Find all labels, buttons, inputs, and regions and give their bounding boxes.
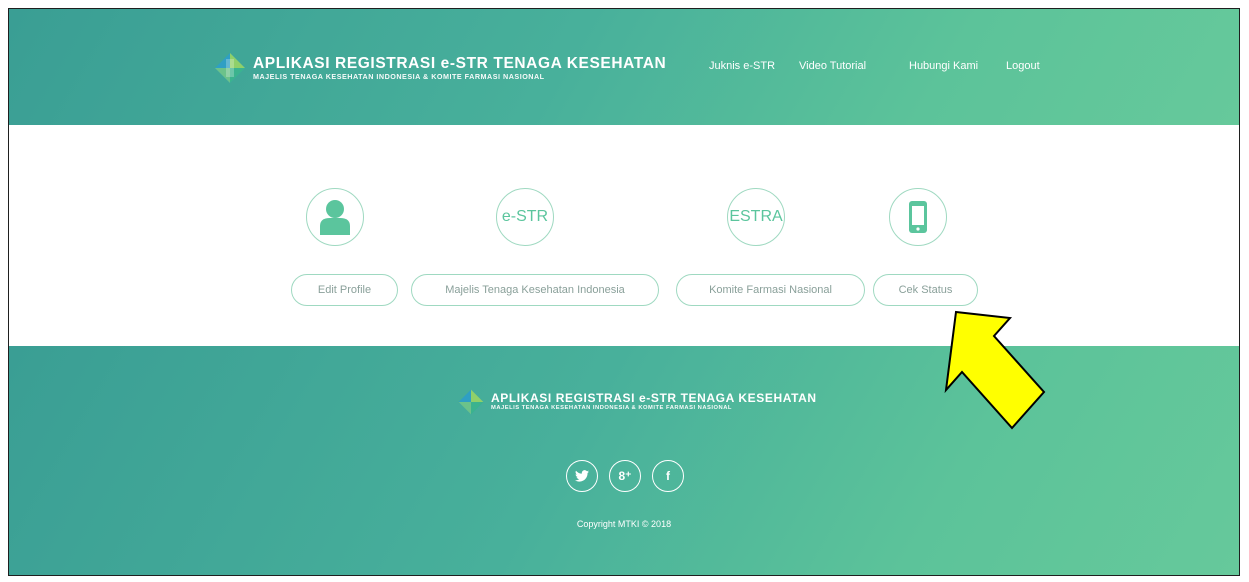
header-bar: APLIKASI REGISTRASI e-STR TENAGA KESEHAT… xyxy=(9,9,1239,125)
mtki-button[interactable]: Majelis Tenaga Kesehatan Indonesia xyxy=(411,274,659,306)
edit-profile-button[interactable]: Edit Profile xyxy=(291,274,398,306)
facebook-glyph: f xyxy=(666,469,670,483)
google-plus-glyph: 8⁺ xyxy=(618,469,632,483)
estra-circle[interactable]: ESTRA xyxy=(727,188,785,246)
brand-subtitle: MAJELIS TENAGA KESEHATAN INDONESIA & KOM… xyxy=(253,71,545,81)
cek-status-circle[interactable] xyxy=(889,188,947,246)
estr-circle-text: e-STR xyxy=(501,208,549,225)
twitter-icon[interactable] xyxy=(566,460,598,492)
nav-juknis[interactable]: Juknis e-STR xyxy=(709,60,775,72)
mobile-phone-icon xyxy=(909,201,927,233)
cek-status-button[interactable]: Cek Status xyxy=(873,274,978,306)
app-logo-icon xyxy=(458,389,484,415)
user-icon xyxy=(320,200,350,235)
app-logo-icon xyxy=(215,53,245,83)
footer-brand-subtitle: MAJELIS TENAGA KESEHATAN INDONESIA & KOM… xyxy=(491,405,732,411)
kfn-button[interactable]: Komite Farmasi Nasional xyxy=(676,274,865,306)
google-plus-icon[interactable]: 8⁺ xyxy=(609,460,641,492)
copyright-text: Copyright MTKI © 2018 xyxy=(576,519,672,529)
footer: APLIKASI REGISTRASI e-STR TENAGA KESEHAT… xyxy=(9,346,1239,575)
header-brand[interactable]: APLIKASI REGISTRASI e-STR TENAGA KESEHAT… xyxy=(213,51,666,85)
menu-section: Edit Profile e-STR Majelis Tenaga Keseha… xyxy=(9,125,1239,346)
annotation-arrow-icon xyxy=(944,310,1046,430)
estra-circle-text: ESTRA xyxy=(729,208,783,225)
footer-brand-title: APLIKASI REGISTRASI e-STR TENAGA KESEHAT… xyxy=(491,391,817,405)
nav-video-tutorial[interactable]: Video Tutorial xyxy=(799,60,866,72)
edit-profile-circle[interactable] xyxy=(306,188,364,246)
estr-circle[interactable]: e-STR xyxy=(496,188,554,246)
browser-viewport: APLIKASI REGISTRASI e-STR TENAGA KESEHAT… xyxy=(8,8,1240,576)
brand-title: APLIKASI REGISTRASI e-STR TENAGA KESEHAT… xyxy=(253,54,667,72)
twitter-bird-glyph xyxy=(575,470,589,482)
nav-logout[interactable]: Logout xyxy=(1006,60,1040,72)
nav-hubungi-kami[interactable]: Hubungi Kami xyxy=(909,60,978,72)
facebook-icon[interactable]: f xyxy=(652,460,684,492)
footer-brand: APLIKASI REGISTRASI e-STR TENAGA KESEHAT… xyxy=(457,388,817,416)
